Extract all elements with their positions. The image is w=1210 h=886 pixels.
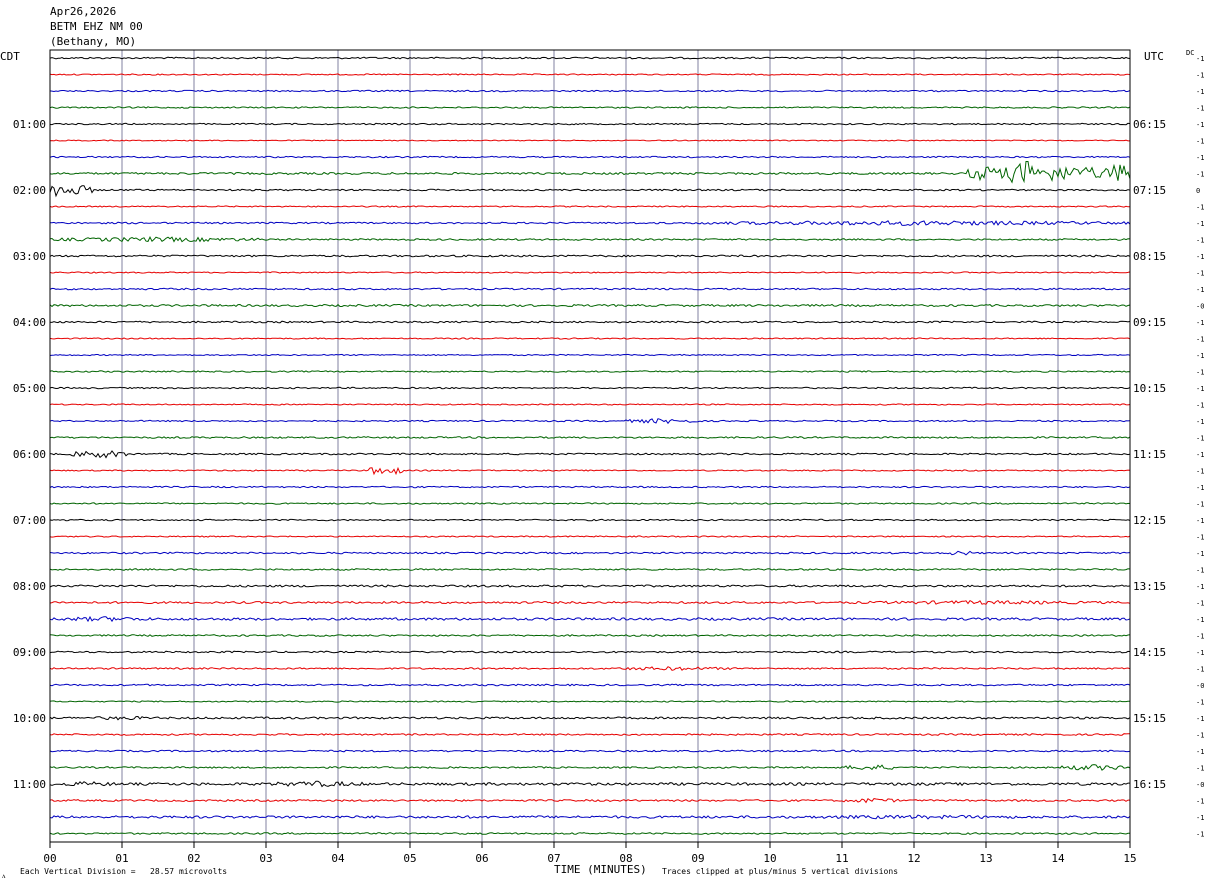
- clip-note: Traces clipped at plus/minus 5 vertical …: [662, 867, 898, 876]
- x-tick-label: 01: [115, 852, 128, 865]
- cdt-hour-label: 09:00: [13, 646, 46, 659]
- dc-offset-label: -1: [1196, 435, 1204, 443]
- dc-offset-label: -1: [1196, 270, 1204, 278]
- dc-offset-label: 0: [1196, 187, 1200, 195]
- x-axis-title: TIME (MINUTES): [554, 863, 647, 876]
- dc-offset-label: -1: [1196, 633, 1204, 641]
- dc-offset-label: -0: [1196, 682, 1204, 690]
- dc-offset-label: -1: [1196, 220, 1204, 228]
- x-tick-label: 10: [763, 852, 776, 865]
- dc-offset-label: -1: [1196, 748, 1204, 756]
- dc-offset-label: -1: [1196, 369, 1204, 377]
- x-tick-label: 03: [259, 852, 272, 865]
- dc-offset-label: -1: [1196, 286, 1204, 294]
- dc-offset-label: -1: [1196, 501, 1204, 509]
- right-zone-label: UTC: [1144, 50, 1164, 63]
- utc-hour-label: 14:15: [1133, 646, 1166, 659]
- dc-offset-label: -1: [1196, 154, 1204, 162]
- cdt-hour-label: 01:00: [13, 118, 46, 131]
- corner-mark: ᴧ: [2, 872, 6, 880]
- dc-offset-label: -1: [1196, 468, 1204, 476]
- header-location: (Bethany, MO): [50, 35, 136, 48]
- x-tick-label: 15: [1123, 852, 1136, 865]
- cdt-hour-label: 05:00: [13, 382, 46, 395]
- utc-hour-label: 07:15: [1133, 184, 1166, 197]
- dc-offset-label: -1: [1196, 583, 1204, 591]
- cdt-hour-label: 02:00: [13, 184, 46, 197]
- cdt-hour-label: 11:00: [13, 778, 46, 791]
- dc-offset-label: -1: [1196, 715, 1204, 723]
- dc-offset-label: -1: [1196, 88, 1204, 96]
- dc-offset-label: -0: [1196, 303, 1204, 311]
- dc-offset-label: -1: [1196, 402, 1204, 410]
- dc-offset-label: -1: [1196, 121, 1204, 129]
- x-tick-label: 14: [1051, 852, 1065, 865]
- dc-offset-label: -1: [1196, 336, 1204, 344]
- x-tick-label: 13: [979, 852, 992, 865]
- dc-offset-label: -1: [1196, 798, 1204, 806]
- dc-offset-label: -1: [1196, 567, 1204, 575]
- utc-hour-label: 16:15: [1133, 778, 1166, 791]
- utc-hour-label: 08:15: [1133, 250, 1166, 263]
- dc-offset-label: -1: [1196, 253, 1204, 261]
- utc-hour-label: 13:15: [1133, 580, 1166, 593]
- x-tick-label: 11: [835, 852, 848, 865]
- dc-offset-label: -1: [1196, 732, 1204, 740]
- dc-offset-label: -1: [1196, 600, 1204, 608]
- header-station: BETM EHZ NM 00: [50, 20, 143, 33]
- dc-offset-label: -1: [1196, 616, 1204, 624]
- chart-background: [0, 0, 1210, 886]
- dc-offset-label: -1: [1196, 831, 1204, 839]
- cdt-hour-label: 03:00: [13, 250, 46, 263]
- x-tick-label: 06: [475, 852, 488, 865]
- header-date: Apr26,2026: [50, 5, 116, 18]
- x-tick-label: 12: [907, 852, 920, 865]
- utc-hour-label: 11:15: [1133, 448, 1166, 461]
- dc-offset-label: -1: [1196, 666, 1204, 674]
- dc-offset-label: -1: [1196, 814, 1204, 822]
- dc-offset-label: -1: [1196, 319, 1204, 327]
- helicorder-chart: Apr26,2026 BETM EHZ NM 00 (Bethany, MO) …: [0, 0, 1210, 886]
- utc-hour-label: 10:15: [1133, 382, 1166, 395]
- dc-offset-label: -1: [1196, 517, 1204, 525]
- cdt-hour-label: 08:00: [13, 580, 46, 593]
- dc-offset-label: -1: [1196, 72, 1204, 80]
- dc-offset-label: -1: [1196, 105, 1204, 113]
- cdt-hour-label: 07:00: [13, 514, 46, 527]
- dc-offset-label: -1: [1196, 765, 1204, 773]
- cdt-hour-label: 04:00: [13, 316, 46, 329]
- dc-offset-label: -0: [1196, 781, 1204, 789]
- dc-offset-label: -1: [1196, 699, 1204, 707]
- dc-offset-label: -1: [1196, 55, 1204, 63]
- x-tick-label: 04: [331, 852, 345, 865]
- cdt-hour-label: 10:00: [13, 712, 46, 725]
- utc-hour-label: 09:15: [1133, 316, 1166, 329]
- dc-offset-label: -1: [1196, 171, 1204, 179]
- x-tick-label: 00: [43, 852, 56, 865]
- dc-offset-label: -1: [1196, 451, 1204, 459]
- dc-offset-label: -1: [1196, 484, 1204, 492]
- cdt-hour-label: 06:00: [13, 448, 46, 461]
- scale-note: Each Vertical Division = 28.57 microvolt…: [20, 867, 227, 876]
- utc-hour-label: 12:15: [1133, 514, 1166, 527]
- dc-label: DC: [1186, 49, 1194, 57]
- left-zone-label: CDT: [0, 50, 20, 63]
- dc-offset-label: -1: [1196, 138, 1204, 146]
- x-tick-label: 02: [187, 852, 200, 865]
- dc-offset-label: -1: [1196, 534, 1204, 542]
- dc-offset-label: -1: [1196, 237, 1204, 245]
- dc-offset-label: -1: [1196, 204, 1204, 212]
- x-tick-label: 05: [403, 852, 416, 865]
- dc-offset-label: -1: [1196, 649, 1204, 657]
- utc-hour-label: 15:15: [1133, 712, 1166, 725]
- utc-hour-label: 06:15: [1133, 118, 1166, 131]
- dc-offset-label: -1: [1196, 550, 1204, 558]
- dc-offset-label: -1: [1196, 352, 1204, 360]
- dc-offset-label: -1: [1196, 385, 1204, 393]
- dc-offset-label: -1: [1196, 418, 1204, 426]
- x-tick-label: 09: [691, 852, 704, 865]
